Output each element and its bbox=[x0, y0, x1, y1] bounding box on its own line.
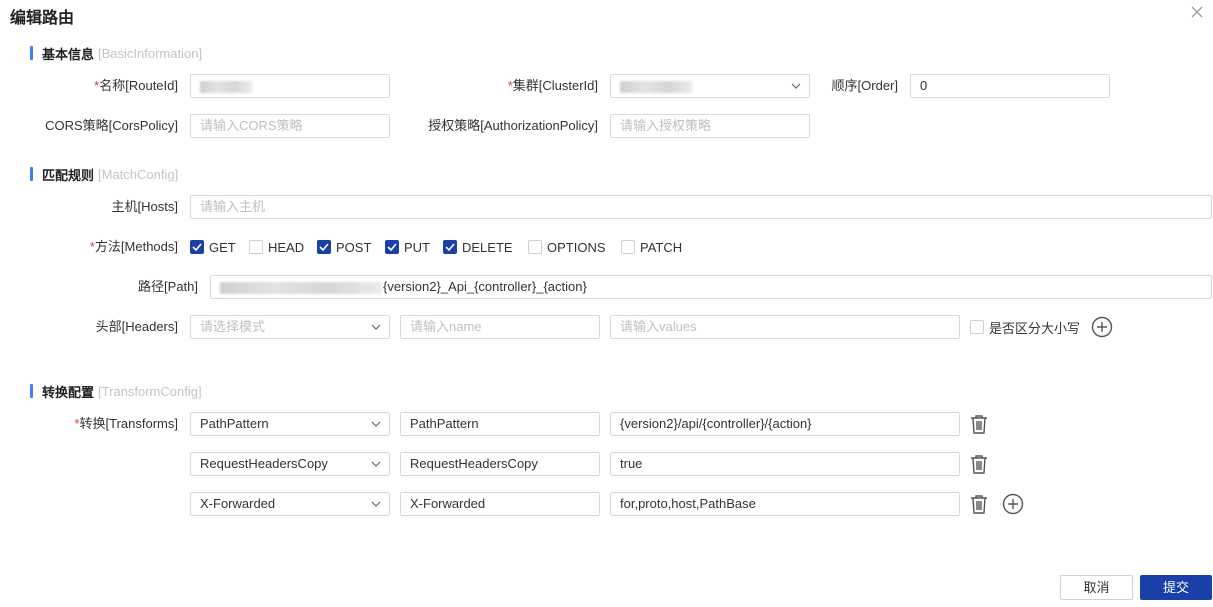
authorization-policy-input[interactable]: 请输入授权策略 bbox=[610, 114, 810, 138]
path-input[interactable]: {version2}_Api_{controller}_{action} bbox=[210, 275, 1212, 299]
method-checkbox-get[interactable]: GET bbox=[190, 240, 236, 255]
cluster-id-select[interactable] bbox=[610, 74, 810, 98]
section-bar bbox=[30, 384, 33, 398]
section-title: 基本信息 bbox=[42, 46, 95, 62]
check-icon bbox=[445, 243, 455, 251]
checkbox-checked[interactable] bbox=[443, 240, 457, 254]
transform-key-input[interactable]: RequestHeadersCopy bbox=[400, 452, 600, 476]
route-id-input[interactable] bbox=[190, 74, 390, 98]
order-input[interactable]: 0 bbox=[910, 74, 1110, 98]
case-sensitive-checkbox[interactable]: 是否区分大小写 bbox=[970, 320, 1080, 336]
order-label: 顺序[Order] bbox=[831, 78, 898, 93]
route-id-label: *名称[RouteId] bbox=[94, 78, 178, 93]
method-checkbox-patch[interactable]: PATCH bbox=[621, 240, 682, 255]
redacted-value bbox=[220, 281, 382, 294]
cors-policy-label: CORS策略[CorsPolicy] bbox=[45, 118, 178, 133]
checkbox-checked[interactable] bbox=[317, 240, 331, 254]
section-subtitle: [MatchConfig] bbox=[98, 166, 179, 182]
header-name-input[interactable]: 请输入name bbox=[400, 315, 600, 339]
checkbox-checked[interactable] bbox=[385, 240, 399, 254]
cors-policy-input[interactable]: 请输入CORS策略 bbox=[190, 114, 390, 138]
section-bar bbox=[30, 46, 33, 60]
transform-type-select[interactable]: PathPattern bbox=[190, 412, 390, 436]
checkbox-unchecked[interactable] bbox=[621, 240, 635, 254]
method-checkbox-options[interactable]: OPTIONS bbox=[528, 240, 606, 255]
method-checkbox-post[interactable]: POST bbox=[317, 240, 371, 255]
section-basic-information: 基本信息 [BasicInformation] bbox=[30, 45, 203, 62]
transform-value-input[interactable]: {version2}/api/{controller}/{action} bbox=[610, 412, 960, 436]
section-title: 转换配置 bbox=[42, 384, 95, 400]
method-checkbox-head[interactable]: HEAD bbox=[249, 240, 304, 255]
section-bar bbox=[30, 167, 33, 181]
check-icon bbox=[319, 243, 329, 251]
transform-value-input[interactable]: true bbox=[610, 452, 960, 476]
dialog-title: 编辑路由 bbox=[10, 10, 75, 27]
chevron-down-icon bbox=[371, 460, 381, 468]
methods-label: *方法[Methods] bbox=[89, 239, 178, 254]
checkbox-unchecked[interactable] bbox=[970, 320, 984, 334]
transforms-label: *转换[Transforms] bbox=[74, 416, 178, 431]
transform-type-select[interactable]: RequestHeadersCopy bbox=[190, 452, 390, 476]
cluster-id-label: *集群[ClusterId] bbox=[507, 78, 598, 93]
checkbox-unchecked[interactable] bbox=[249, 240, 263, 254]
headers-label: 头部[Headers] bbox=[95, 319, 178, 334]
cancel-button[interactable]: 取消 bbox=[1060, 575, 1133, 600]
trash-icon[interactable] bbox=[968, 453, 990, 475]
hosts-label: 主机[Hosts] bbox=[111, 199, 178, 214]
section-transform-config: 转换配置 [TransformConfig] bbox=[30, 383, 202, 400]
submit-button[interactable]: 提交 bbox=[1140, 575, 1212, 600]
redacted-value bbox=[200, 80, 252, 93]
redacted-value bbox=[620, 80, 692, 93]
transform-key-input[interactable]: X-Forwarded bbox=[400, 492, 600, 516]
plus-circle-icon[interactable] bbox=[1002, 493, 1024, 515]
path-label: 路径[Path] bbox=[138, 279, 198, 294]
checkbox-checked[interactable] bbox=[190, 240, 204, 254]
chevron-down-icon bbox=[371, 420, 381, 428]
header-values-input[interactable]: 请输入values bbox=[610, 315, 960, 339]
method-checkbox-delete[interactable]: DELETE bbox=[443, 240, 513, 255]
section-subtitle: [BasicInformation] bbox=[98, 45, 203, 61]
chevron-down-icon bbox=[371, 500, 381, 508]
section-subtitle: [TransformConfig] bbox=[98, 383, 202, 399]
header-mode-select[interactable]: 请选择模式 bbox=[190, 315, 390, 339]
transform-key-input[interactable]: PathPattern bbox=[400, 412, 600, 436]
plus-circle-icon[interactable] bbox=[1091, 316, 1113, 338]
authorization-policy-label: 授权策略[AuthorizationPolicy] bbox=[428, 118, 598, 133]
check-icon bbox=[387, 243, 397, 251]
transform-type-select[interactable]: X-Forwarded bbox=[190, 492, 390, 516]
trash-icon[interactable] bbox=[968, 493, 990, 515]
chevron-down-icon bbox=[371, 323, 381, 331]
checkbox-unchecked[interactable] bbox=[528, 240, 542, 254]
close-icon[interactable] bbox=[1189, 4, 1205, 20]
hosts-input[interactable]: 请输入主机 bbox=[190, 195, 1212, 219]
section-title: 匹配规则 bbox=[42, 167, 95, 183]
method-checkbox-put[interactable]: PUT bbox=[385, 240, 430, 255]
trash-icon[interactable] bbox=[968, 413, 990, 435]
check-icon bbox=[192, 243, 202, 251]
section-match-config: 匹配规则 [MatchConfig] bbox=[30, 166, 179, 183]
transform-value-input[interactable]: for,proto,host,PathBase bbox=[610, 492, 960, 516]
